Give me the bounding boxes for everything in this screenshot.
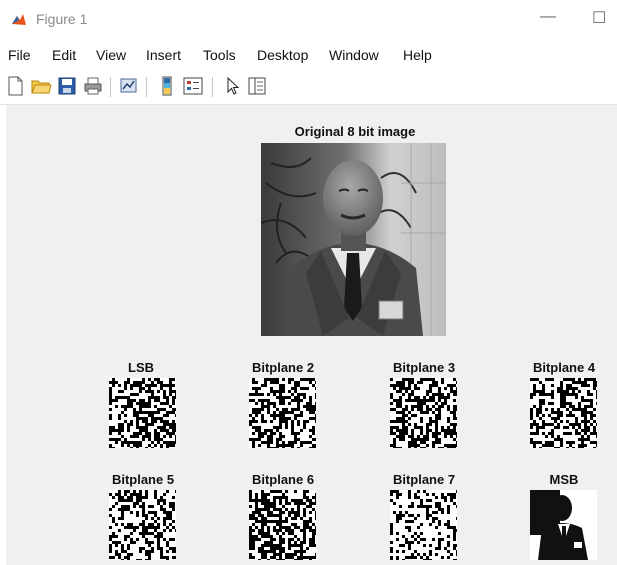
title-bar: Figure 1 — ☐ [0,0,617,40]
menu-help[interactable]: Help [403,47,432,63]
bitplane-7-image [390,490,457,560]
menu-tools[interactable]: Tools [203,47,236,63]
bitplane-title-3: Bitplane 3 [392,360,456,375]
menu-insert[interactable]: Insert [146,47,181,63]
edit-plot-icon[interactable] [222,75,244,97]
maximize-button[interactable]: ☐ [592,8,606,28]
figure-canvas: Original 8 bit image LSB Bitplane 2 Bitp… [6,105,617,565]
bitplane-2-image [249,378,316,448]
toolbar [0,70,617,105]
new-figure-icon[interactable] [4,75,26,97]
property-inspector-icon[interactable] [246,75,268,97]
menu-bar: File Edit View Insert Tools Desktop Wind… [0,40,617,70]
bitplane-5-image [109,490,176,560]
menu-edit[interactable]: Edit [52,47,76,63]
insert-colorbar-icon[interactable] [156,75,178,97]
print-icon[interactable] [82,75,104,97]
toolbar-separator [212,77,213,97]
bitplane-title-2: Bitplane 2 [251,360,315,375]
toolbar-separator [110,77,111,97]
menu-desktop[interactable]: Desktop [257,47,308,63]
save-icon[interactable] [56,75,78,97]
bitplane-title-6: Bitplane 6 [251,472,315,487]
bitplane-1-image [109,378,176,448]
bitplane-title-5: Bitplane 5 [111,472,175,487]
window-title: Figure 1 [36,11,88,27]
link-plot-icon[interactable] [118,75,140,97]
bitplane-title-8: MSB [549,472,579,487]
minimize-button[interactable]: — [540,8,556,26]
original-grayscale-photo [261,143,446,336]
toolbar-separator [146,77,147,97]
menu-window[interactable]: Window [329,47,379,63]
bitplane-title-4: Bitplane 4 [532,360,596,375]
original-image-title: Original 8 bit image [294,124,416,139]
bitplane-6-image [249,490,316,560]
bitplane-title-1: LSB [128,360,154,375]
open-file-icon[interactable] [30,75,52,97]
bitplane-8-msb-image [530,490,597,560]
bitplane-4-image [530,378,597,448]
bitplane-3-image [390,378,457,448]
bitplane-title-7: Bitplane 7 [392,472,456,487]
matlab-icon [10,11,28,29]
insert-legend-icon[interactable] [182,75,204,97]
menu-file[interactable]: File [8,47,31,63]
menu-view[interactable]: View [96,47,126,63]
